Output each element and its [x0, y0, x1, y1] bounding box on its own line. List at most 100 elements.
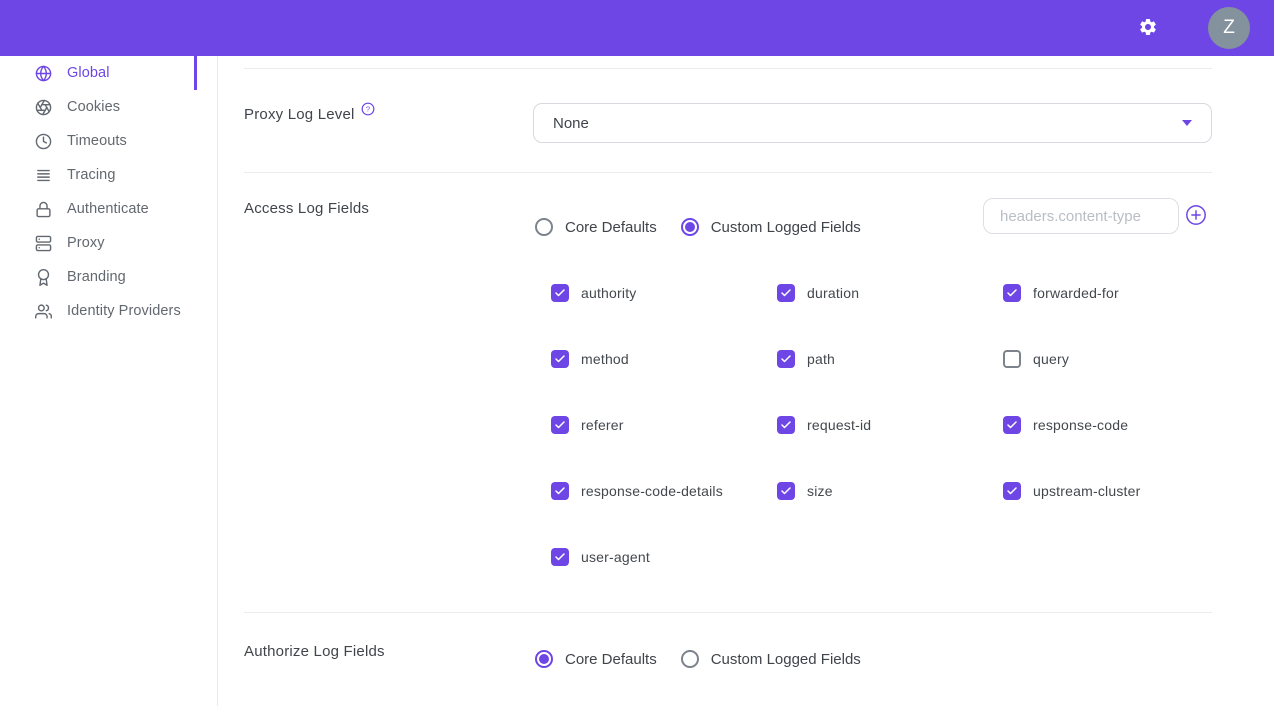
- proxy-log-level-select[interactable]: None: [533, 103, 1212, 143]
- checkbox-checked-icon[interactable]: [777, 482, 795, 500]
- field-path: path: [777, 350, 1003, 368]
- checkbox-label: response-code: [1033, 417, 1128, 433]
- authorize-log-fields-radio-group: Core Defaults Custom Logged Fields: [535, 650, 861, 668]
- proxy-log-level-label-text: Proxy Log Level: [244, 106, 355, 123]
- checkbox-checked-icon[interactable]: [777, 416, 795, 434]
- clock-icon: [34, 132, 52, 150]
- checkbox-checked-icon[interactable]: [551, 482, 569, 500]
- field-response-code: response-code: [1003, 416, 1229, 434]
- sidebar-item-label: Timeouts: [67, 133, 127, 149]
- radio-label: Custom Logged Fields: [711, 219, 861, 236]
- access-log-fields-radio-group: Core Defaults Custom Logged Fields: [535, 218, 861, 236]
- checkbox-unchecked-icon[interactable]: [1003, 350, 1021, 368]
- radio-checked-icon: [535, 650, 553, 668]
- sidebar-item-label: Cookies: [67, 99, 120, 115]
- proxy-log-level-value: None: [553, 115, 589, 132]
- field-query: query: [1003, 350, 1229, 368]
- field-request-id: request-id: [777, 416, 1003, 434]
- radio-label: Core Defaults: [565, 651, 657, 668]
- globe-icon: [34, 64, 52, 82]
- users-icon: [34, 302, 52, 320]
- field-forwarded-for: forwarded-for: [1003, 284, 1229, 302]
- checkbox-label: upstream-cluster: [1033, 483, 1140, 499]
- avatar-initial: Z: [1223, 17, 1235, 39]
- radio-unchecked-icon: [535, 218, 553, 236]
- sidebar-item-cookies[interactable]: Cookies: [0, 90, 217, 124]
- sidebar-item-label: Proxy: [67, 235, 105, 251]
- checkbox-checked-icon[interactable]: [551, 350, 569, 368]
- checkbox-checked-icon[interactable]: [1003, 284, 1021, 302]
- radio-unchecked-icon: [681, 650, 699, 668]
- authorize-radio-custom-logged-fields[interactable]: Custom Logged Fields: [681, 650, 861, 668]
- checkbox-checked-icon[interactable]: [551, 416, 569, 434]
- sidebar-item-label: Identity Providers: [67, 303, 181, 319]
- avatar[interactable]: Z: [1208, 7, 1250, 49]
- add-custom-field-input[interactable]: [983, 198, 1179, 234]
- checkbox-checked-icon[interactable]: [551, 548, 569, 566]
- checkbox-checked-icon[interactable]: [777, 284, 795, 302]
- question-circle-icon[interactable]: ?: [361, 102, 375, 116]
- award-icon: [34, 268, 52, 286]
- access-radio-custom-logged-fields[interactable]: Custom Logged Fields: [681, 218, 861, 236]
- sidebar-item-label: Authenticate: [67, 201, 149, 217]
- checkbox-label: authority: [581, 285, 637, 301]
- checkbox-label: duration: [807, 285, 859, 301]
- access-log-fields-label: Access Log Fields: [244, 200, 369, 218]
- checkbox-label: request-id: [807, 417, 871, 433]
- sidebar: Global Cookies Timeouts Tracing Authenticate…: [0, 56, 218, 706]
- checkbox-checked-icon[interactable]: [551, 284, 569, 302]
- field-upstream-cluster: upstream-cluster: [1003, 482, 1229, 500]
- checkbox-checked-icon[interactable]: [1003, 482, 1021, 500]
- sidebar-item-authenticate[interactable]: Authenticate: [0, 192, 217, 226]
- sidebar-item-proxy[interactable]: Proxy: [0, 226, 217, 260]
- svg-text:?: ?: [365, 105, 369, 114]
- aperture-icon: [34, 98, 52, 116]
- authorize-radio-core-defaults[interactable]: Core Defaults: [535, 650, 657, 668]
- field-user-agent: user-agent: [551, 548, 777, 566]
- sidebar-item-global[interactable]: Global: [0, 56, 217, 90]
- checkbox-label: method: [581, 351, 629, 367]
- checkbox-label: size: [807, 483, 833, 499]
- field-duration: duration: [777, 284, 1003, 302]
- checkbox-checked-icon[interactable]: [777, 350, 795, 368]
- checkbox-label: user-agent: [581, 549, 650, 565]
- checkbox-label: query: [1033, 351, 1069, 367]
- sidebar-item-identity-providers[interactable]: Identity Providers: [0, 294, 217, 328]
- field-referer: referer: [551, 416, 777, 434]
- field-response-code-details: response-code-details: [551, 482, 777, 500]
- settings-gear-button[interactable]: [1137, 17, 1159, 39]
- chevron-down-icon: [1182, 120, 1192, 126]
- add-custom-field-button[interactable]: [1185, 204, 1207, 226]
- divider: [244, 68, 1212, 69]
- authorize-log-fields-label: Authorize Log Fields: [244, 643, 385, 661]
- radio-label: Core Defaults: [565, 219, 657, 236]
- access-radio-core-defaults[interactable]: Core Defaults: [535, 218, 657, 236]
- checkbox-label: path: [807, 351, 835, 367]
- divider: [244, 172, 1212, 173]
- sidebar-item-label: Global: [67, 65, 110, 81]
- plus-circle-icon: [1185, 214, 1207, 229]
- checkbox-label: response-code-details: [581, 483, 723, 499]
- radio-label: Custom Logged Fields: [711, 651, 861, 668]
- server-icon: [34, 234, 52, 252]
- field-authority: authority: [551, 284, 777, 302]
- access-log-fields-grid: authority duration forwarded-for method path…: [551, 284, 1229, 566]
- sidebar-item-tracing[interactable]: Tracing: [0, 158, 217, 192]
- checkbox-checked-icon[interactable]: [1003, 416, 1021, 434]
- sidebar-item-label: Branding: [67, 269, 126, 285]
- sidebar-item-branding[interactable]: Branding: [0, 260, 217, 294]
- divider: [244, 612, 1212, 613]
- checkbox-label: referer: [581, 417, 624, 433]
- sidebar-nav-list: Global Cookies Timeouts Tracing Authenticate…: [0, 56, 217, 328]
- lock-icon: [34, 200, 52, 218]
- checkbox-label: forwarded-for: [1033, 285, 1119, 301]
- lines-icon: [34, 166, 52, 184]
- field-size: size: [777, 482, 1003, 500]
- settings-content: Proxy Log Level? None Access Log Fields …: [218, 56, 1274, 706]
- sidebar-item-timeouts[interactable]: Timeouts: [0, 124, 217, 158]
- field-method: method: [551, 350, 777, 368]
- gear-icon: [1138, 17, 1158, 40]
- proxy-log-level-label: Proxy Log Level?: [244, 102, 375, 124]
- sidebar-item-label: Tracing: [67, 167, 116, 183]
- app-bar: Z: [0, 0, 1274, 56]
